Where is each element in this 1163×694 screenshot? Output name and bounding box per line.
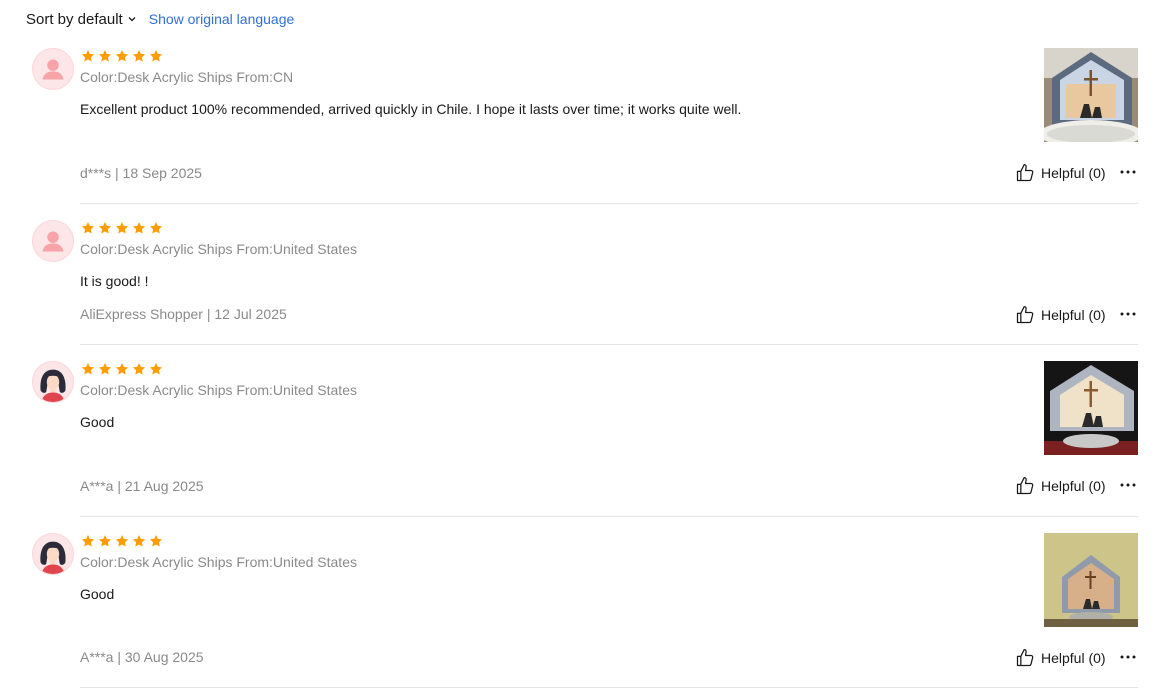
- thumbs-up-icon: [1015, 648, 1035, 668]
- more-options-icon[interactable]: [1119, 163, 1137, 181]
- star-icon: [115, 49, 129, 63]
- star-icon: [98, 221, 112, 235]
- review-sku-info: Color:Desk Acrylic Ships From:United Sta…: [80, 554, 357, 570]
- star-icon: [132, 49, 146, 63]
- helpful-button[interactable]: Helpful (0): [1015, 476, 1106, 496]
- helpful-label: Helpful (0): [1041, 165, 1106, 181]
- reviewer-byline: A***a | 21 Aug 2025: [80, 478, 204, 494]
- star-rating: [81, 534, 163, 548]
- divider: [80, 203, 1138, 204]
- star-icon: [149, 49, 163, 63]
- thumbs-up-icon: [1015, 163, 1035, 183]
- star-icon: [115, 534, 129, 548]
- star-icon: [115, 221, 129, 235]
- star-rating: [81, 49, 163, 63]
- sort-dropdown[interactable]: Sort by default: [26, 11, 137, 28]
- thumbs-up-icon: [1015, 476, 1035, 496]
- star-icon: [81, 49, 95, 63]
- review-sku-info: Color:Desk Acrylic Ships From:United Sta…: [80, 382, 357, 398]
- review-sku-info: Color:Desk Acrylic Ships From:United Sta…: [80, 241, 357, 257]
- star-icon: [132, 362, 146, 376]
- helpful-label: Helpful (0): [1041, 650, 1106, 666]
- female-avatar-icon: [32, 361, 74, 403]
- star-icon: [81, 362, 95, 376]
- star-icon: [98, 534, 112, 548]
- more-options-icon[interactable]: [1119, 476, 1137, 494]
- review-text: Excellent product 100% recommended, arri…: [80, 101, 742, 117]
- reviewer-byline: AliExpress Shopper | 12 Jul 2025: [80, 306, 287, 322]
- default-person-icon: [32, 48, 74, 90]
- reviewer-byline: A***a | 30 Aug 2025: [80, 649, 204, 665]
- review-sku-info: Color:Desk Acrylic Ships From:CN: [80, 69, 294, 85]
- thumbs-up-icon: [1015, 305, 1035, 325]
- star-icon: [98, 49, 112, 63]
- helpful-label: Helpful (0): [1041, 478, 1106, 494]
- divider: [80, 516, 1138, 517]
- review-toolbar: Sort by default Show original language: [26, 9, 294, 29]
- sort-label: Sort by default: [26, 10, 123, 28]
- reviewer-byline: d***s | 18 Sep 2025: [80, 165, 202, 181]
- helpful-button[interactable]: Helpful (0): [1015, 648, 1106, 668]
- review-photo[interactable]: [1044, 48, 1138, 142]
- star-rating: [81, 362, 163, 376]
- star-icon: [149, 534, 163, 548]
- star-icon: [115, 362, 129, 376]
- more-options-icon[interactable]: [1119, 648, 1137, 666]
- review-photo[interactable]: [1044, 361, 1138, 455]
- star-icon: [149, 221, 163, 235]
- helpful-label: Helpful (0): [1041, 307, 1106, 323]
- default-person-icon: [32, 220, 74, 262]
- review-text: Good: [80, 414, 115, 430]
- star-icon: [132, 534, 146, 548]
- star-icon: [132, 221, 146, 235]
- review-text: Good: [80, 586, 115, 602]
- female-avatar-icon: [32, 533, 74, 575]
- review-text: It is good! !: [80, 273, 149, 289]
- review-photo[interactable]: [1044, 533, 1138, 627]
- star-icon: [149, 362, 163, 376]
- helpful-button[interactable]: Helpful (0): [1015, 163, 1106, 183]
- show-original-language-link[interactable]: Show original language: [149, 11, 295, 27]
- divider: [80, 344, 1138, 345]
- star-rating: [81, 221, 163, 235]
- star-icon: [81, 221, 95, 235]
- divider: [80, 687, 1138, 688]
- chevron-down-icon: [127, 14, 137, 24]
- star-icon: [98, 362, 112, 376]
- more-options-icon[interactable]: [1119, 305, 1137, 323]
- helpful-button[interactable]: Helpful (0): [1015, 305, 1106, 325]
- star-icon: [81, 534, 95, 548]
